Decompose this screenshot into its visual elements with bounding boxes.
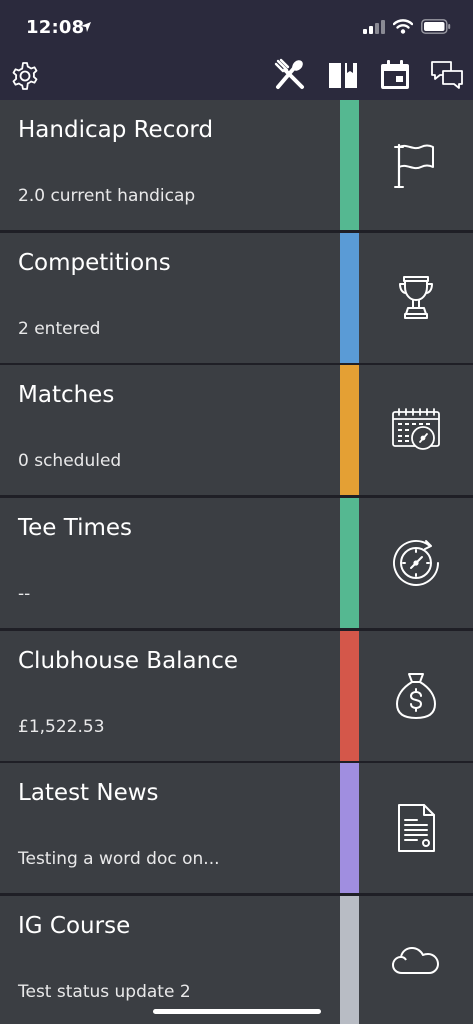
tile-competitions[interactable]: Competitions 2 entered: [0, 232, 473, 363]
trophy-icon: [359, 233, 473, 363]
status-bar: 12:08: [0, 0, 473, 56]
status-time: 12:08: [26, 17, 85, 38]
wifi-icon: [393, 19, 413, 34]
tile-title: Competitions: [18, 249, 171, 276]
tile-color-stripe: [340, 630, 359, 761]
tile-subtitle: Testing a word doc on...: [18, 849, 220, 870]
tile-handicap-record[interactable]: Handicap Record 2.0 current handicap: [0, 100, 473, 230]
tile-title: IG Course: [18, 913, 131, 940]
tile-subtitle: 0 scheduled: [18, 451, 122, 472]
tile-subtitle: £1,522.53: [18, 716, 105, 737]
tile-subtitle: Test status update 2: [18, 982, 191, 1003]
top-toolbar: [0, 56, 473, 100]
tile-tee-times[interactable]: Tee Times --: [0, 498, 473, 629]
location-arrow-icon: [81, 22, 91, 32]
money-bag-icon: [359, 631, 473, 761]
tile-title: Latest News: [18, 780, 159, 807]
clock-refresh-icon: [359, 498, 473, 628]
chat-icon[interactable]: [430, 58, 464, 92]
cloud-icon: [359, 896, 473, 1024]
tile-subtitle: --: [18, 584, 31, 605]
tile-subtitle: 2 entered: [18, 318, 101, 339]
book-icon[interactable]: [326, 58, 360, 92]
dashboard-tiles: Handicap Record 2.0 current handicap Com…: [0, 100, 473, 1024]
tile-title: Tee Times: [18, 515, 133, 542]
home-indicator[interactable]: [153, 1009, 321, 1014]
tile-color-stripe: [340, 100, 359, 230]
tile-ig-course[interactable]: IG Course Test status update 2: [0, 896, 473, 1024]
tile-latest-news[interactable]: Latest News Testing a word doc on...: [0, 763, 473, 894]
calendar-clock-icon: [359, 365, 473, 495]
tile-subtitle: 2.0 current handicap: [18, 186, 196, 206]
tile-color-stripe: [340, 365, 359, 496]
fork-knife-icon[interactable]: [273, 58, 307, 92]
tile-color-stripe: [340, 763, 359, 894]
tile-color-stripe: [340, 498, 359, 629]
tile-color-stripe: [340, 896, 359, 1024]
tile-clubhouse-balance[interactable]: Clubhouse Balance £1,522.53: [0, 630, 473, 761]
calendar-icon[interactable]: [378, 58, 412, 92]
flag-icon: [359, 100, 473, 230]
gear-icon[interactable]: [9, 60, 41, 92]
tile-matches[interactable]: Matches 0 scheduled: [0, 365, 473, 496]
document-icon: [359, 763, 473, 893]
signal-icon: [363, 19, 385, 34]
tile-color-stripe: [340, 232, 359, 363]
tile-title: Clubhouse Balance: [18, 647, 239, 674]
battery-icon: [421, 19, 451, 34]
tile-title: Matches: [18, 382, 115, 409]
tile-title: Handicap Record: [18, 117, 214, 143]
